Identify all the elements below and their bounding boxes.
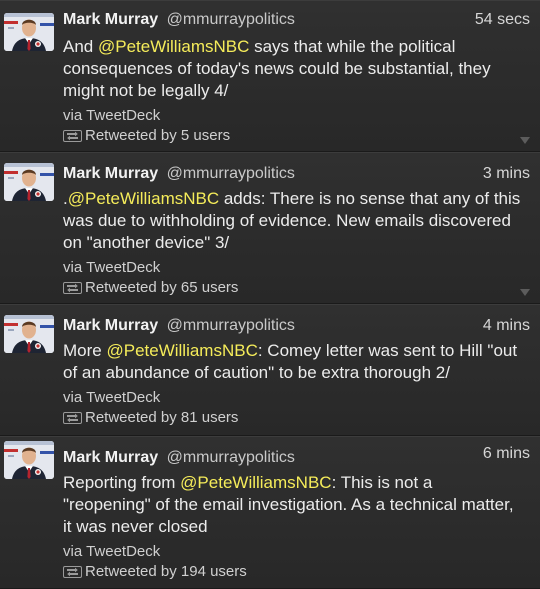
retweet-icon <box>63 281 83 295</box>
author-handle[interactable]: @mmurraypolitics <box>167 449 295 466</box>
retweet-info: Retweeted by 81 users <box>63 409 238 426</box>
chevron-down-icon[interactable] <box>520 289 530 296</box>
chevron-down-icon[interactable] <box>520 137 530 144</box>
via-source[interactable]: via TweetDeck <box>63 543 160 560</box>
avatar[interactable] <box>4 163 54 201</box>
mention-link[interactable]: @PeteWilliamsNBC <box>180 473 331 492</box>
retweet-icon <box>63 411 83 425</box>
tweet-text: Reporting from @PeteWilliamsNBC: This is… <box>63 472 524 538</box>
tweet-item[interactable]: Mark Murray @mmurraypolitics 4 mins More… <box>0 304 540 436</box>
author-handle[interactable]: @mmurraypolitics <box>167 11 295 28</box>
author-name[interactable]: Mark Murray <box>63 165 158 182</box>
avatar[interactable] <box>4 441 54 479</box>
tweet-text-pre: More <box>63 341 107 360</box>
timestamp[interactable]: 4 mins <box>483 317 530 335</box>
retweet-count-label[interactable]: Retweeted by 81 users <box>85 409 238 426</box>
retweet-info: Retweeted by 5 users <box>63 127 230 144</box>
author-name[interactable]: Mark Murray <box>63 11 158 28</box>
mention-link[interactable]: @PeteWilliamsNBC <box>68 189 219 208</box>
via-source[interactable]: via TweetDeck <box>63 259 160 276</box>
avatar[interactable] <box>4 315 54 353</box>
retweet-info: Retweeted by 65 users <box>63 279 238 296</box>
retweet-icon <box>63 565 83 579</box>
tweet-item[interactable]: Mark Murray @mmurraypolitics 3 mins .@Pe… <box>0 152 540 304</box>
timestamp[interactable]: 6 mins <box>483 445 530 463</box>
tweet-column: Mark Murray @mmurraypolitics 54 secs And… <box>0 0 540 589</box>
retweet-count-label[interactable]: Retweeted by 65 users <box>85 279 238 296</box>
tweet-text-pre: Reporting from <box>63 473 181 492</box>
author-handle[interactable]: @mmurraypolitics <box>167 165 295 182</box>
via-source[interactable]: via TweetDeck <box>63 389 160 406</box>
tweet-text: .@PeteWilliamsNBC adds: There is no sens… <box>63 188 524 254</box>
retweet-count-label[interactable]: Retweeted by 194 users <box>85 563 247 580</box>
mention-link[interactable]: @PeteWilliamsNBC <box>98 37 249 56</box>
via-source[interactable]: via TweetDeck <box>63 107 160 124</box>
tweet-header: Mark Murray @mmurraypolitics 6 mins <box>63 445 530 469</box>
retweet-icon <box>63 129 83 143</box>
tweet-item[interactable]: Mark Murray @mmurraypolitics 6 mins Repo… <box>0 436 540 589</box>
author-handle[interactable]: @mmurraypolitics <box>167 317 295 334</box>
tweet-header: Mark Murray @mmurraypolitics 54 secs <box>63 11 530 31</box>
tweet-header: Mark Murray @mmurraypolitics 4 mins <box>63 317 530 337</box>
timestamp[interactable]: 3 mins <box>483 165 530 183</box>
tweet-text: More @PeteWilliamsNBC: Comey letter was … <box>63 340 524 384</box>
author-name[interactable]: Mark Murray <box>63 449 158 466</box>
tweet-text-pre: And <box>63 37 98 56</box>
retweet-count-label[interactable]: Retweeted by 5 users <box>85 127 230 144</box>
avatar[interactable] <box>4 13 54 51</box>
mention-link[interactable]: @PeteWilliamsNBC <box>106 341 257 360</box>
retweet-info: Retweeted by 194 users <box>63 563 247 580</box>
timestamp[interactable]: 54 secs <box>475 11 530 29</box>
author-name[interactable]: Mark Murray <box>63 317 158 334</box>
tweet-text: And @PeteWilliamsNBC says that while the… <box>63 36 524 102</box>
tweet-item[interactable]: Mark Murray @mmurraypolitics 54 secs And… <box>0 0 540 152</box>
tweet-header: Mark Murray @mmurraypolitics 3 mins <box>63 165 530 185</box>
